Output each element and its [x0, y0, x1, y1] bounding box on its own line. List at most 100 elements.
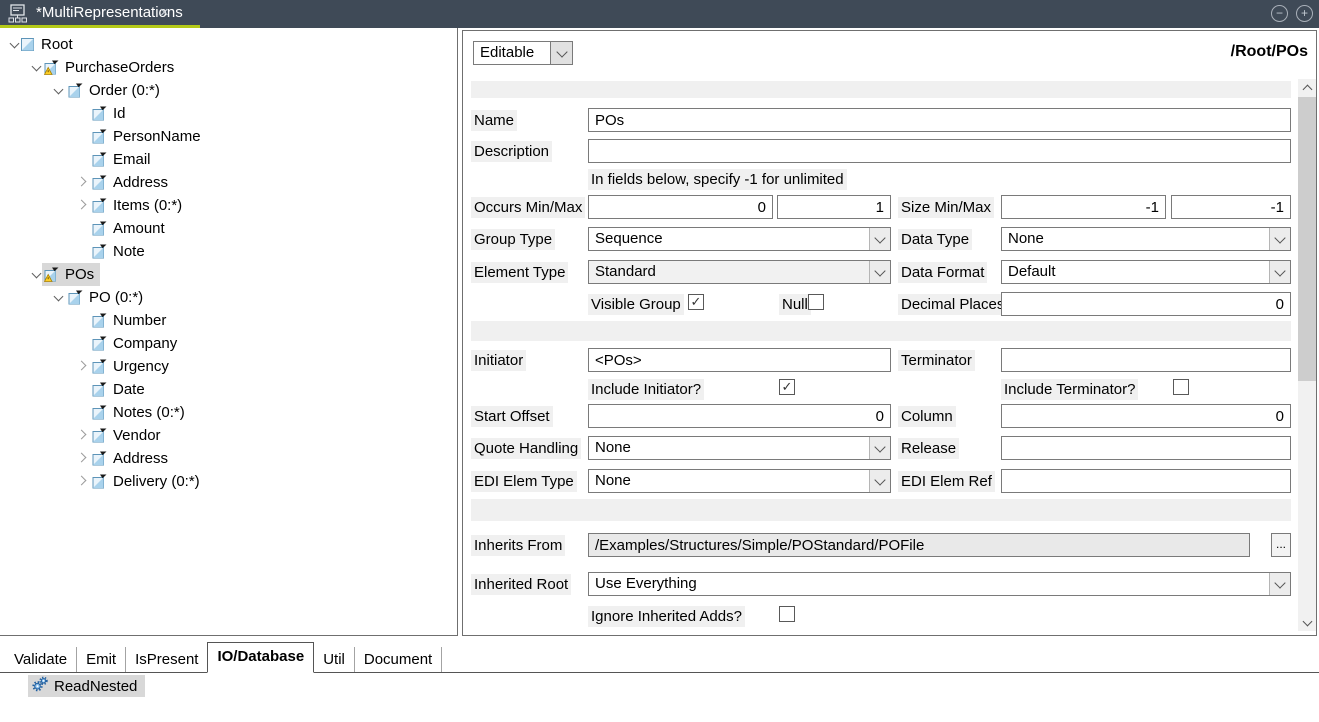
expander-icon[interactable] — [51, 82, 67, 98]
null-checkbox[interactable] — [808, 294, 824, 310]
tree-item-note[interactable]: Note — [0, 240, 456, 263]
tree-item-items-0[interactable]: Items (0:*) — [0, 194, 456, 217]
size-min-input[interactable] — [1001, 195, 1166, 219]
tree-item-body[interactable]: Urgency — [90, 355, 175, 378]
initiator-input[interactable] — [588, 348, 891, 372]
scrollbar-thumb[interactable] — [1298, 97, 1316, 381]
data-format-dropdown[interactable]: Default — [1001, 260, 1291, 284]
column-input[interactable] — [1001, 404, 1291, 428]
start-offset-input[interactable] — [588, 404, 891, 428]
chevron-down-icon[interactable] — [1269, 228, 1290, 250]
tab-emit[interactable]: Emit — [77, 647, 126, 672]
chevron-down-icon[interactable] — [1269, 261, 1290, 283]
tree-item-order-0[interactable]: Order (0:*) — [0, 79, 456, 102]
inherited-root-dropdown[interactable]: Use Everything — [588, 572, 1291, 596]
chevron-down-icon[interactable] — [1269, 573, 1290, 595]
decimal-places-input[interactable] — [1001, 292, 1291, 316]
tree-item-email[interactable]: Email — [0, 148, 456, 171]
tree-item-personname[interactable]: PersonName — [0, 125, 456, 148]
tab-validate[interactable]: Validate — [5, 647, 77, 672]
tree-item-body[interactable]: Email — [90, 148, 157, 171]
tree-item-urgency[interactable]: Urgency — [0, 355, 456, 378]
tree-item-number[interactable]: Number — [0, 309, 456, 332]
tree-item-body[interactable]: PersonName — [90, 125, 207, 148]
tree-item-amount[interactable]: Amount — [0, 217, 456, 240]
tree-item-body[interactable]: PO (0:*) — [66, 286, 149, 309]
ignore-inherited-adds-checkbox[interactable] — [779, 606, 795, 622]
tree-item-body[interactable]: Company — [90, 332, 183, 355]
tree-item-company[interactable]: Company — [0, 332, 456, 355]
expander-icon[interactable] — [73, 450, 89, 466]
browse-button[interactable]: ... — [1271, 533, 1291, 557]
tree-item-date[interactable]: Date — [0, 378, 456, 401]
tree-item-body[interactable]: Amount — [90, 217, 171, 240]
tab-ispresent[interactable]: IsPresent — [126, 647, 208, 672]
inherits-from-input[interactable] — [588, 533, 1250, 557]
tab-document[interactable]: Document — [355, 647, 442, 672]
tree-item-body[interactable]: Address — [90, 447, 174, 470]
release-input[interactable] — [1001, 436, 1291, 460]
tree-item-body[interactable]: Vendor — [90, 424, 167, 447]
chevron-down-icon[interactable] — [869, 470, 890, 492]
scroll-up-icon[interactable] — [1298, 79, 1316, 96]
collapse-circle-button[interactable]: − — [1271, 5, 1288, 22]
expander-icon[interactable] — [73, 174, 89, 190]
edi-elem-ref-input[interactable] — [1001, 469, 1291, 493]
tree-item-body[interactable]: Notes (0:*) — [90, 401, 191, 424]
expander-icon[interactable] — [51, 289, 67, 305]
tree-item-body[interactable]: Number — [90, 309, 172, 332]
tree-item-label: Note — [113, 243, 145, 260]
script-item-readnested[interactable]: ReadNested — [28, 675, 145, 697]
vertical-scrollbar[interactable] — [1298, 79, 1316, 631]
tree-item-pos[interactable]: POs — [0, 263, 456, 286]
tree-item-body[interactable]: Note — [90, 240, 151, 263]
expander-icon[interactable] — [73, 358, 89, 374]
tree-item-body[interactable]: Id — [90, 102, 132, 125]
tree-item-body[interactable]: POs — [42, 263, 100, 286]
chevron-down-icon[interactable] — [869, 261, 890, 283]
tree-item-body[interactable]: Address — [90, 171, 174, 194]
tree-item-body[interactable]: PurchaseOrders — [42, 56, 180, 79]
tab-io-database[interactable]: IO/Database — [207, 642, 314, 673]
data-type-dropdown[interactable]: None — [1001, 227, 1291, 251]
tree-item-notes-0[interactable]: Notes (0:*) — [0, 401, 456, 424]
edi-elem-type-dropdown[interactable]: None — [588, 469, 891, 493]
expand-circle-button[interactable]: + — [1296, 5, 1313, 22]
quote-handling-dropdown[interactable]: None — [588, 436, 891, 460]
tree-item-po-0[interactable]: PO (0:*) — [0, 286, 456, 309]
element-type-dropdown[interactable]: Standard — [588, 260, 891, 284]
tree-item-address[interactable]: Address — [0, 447, 456, 470]
edit-mode-dropdown[interactable]: Editable — [473, 41, 573, 65]
description-input[interactable] — [588, 139, 1291, 163]
tree-item-root[interactable]: Root — [0, 33, 456, 56]
tree-item-body[interactable]: Delivery (0:*) — [90, 470, 206, 493]
tree-item-delivery-0[interactable]: Delivery (0:*) — [0, 470, 456, 493]
chevron-down-icon[interactable] — [869, 228, 890, 250]
chevron-down-icon[interactable] — [869, 437, 890, 459]
group-type-dropdown[interactable]: Sequence — [588, 227, 891, 251]
chevron-down-icon[interactable] — [550, 42, 572, 64]
tree-item-body[interactable]: Date — [90, 378, 151, 401]
occurs-max-input[interactable] — [777, 195, 891, 219]
tree-item-body[interactable]: Items (0:*) — [90, 194, 188, 217]
tree-item-id[interactable]: Id — [0, 102, 456, 125]
include-terminator-checkbox[interactable] — [1173, 379, 1189, 395]
terminator-input[interactable] — [1001, 348, 1291, 372]
include-initiator-checkbox[interactable]: ✓ — [779, 379, 795, 395]
expander-icon[interactable] — [73, 427, 89, 443]
tab-util[interactable]: Util — [314, 647, 355, 672]
tree-item-vendor[interactable]: Vendor — [0, 424, 456, 447]
close-icon[interactable]: × — [160, 0, 169, 25]
tree-item-address[interactable]: Address — [0, 171, 456, 194]
expander-icon[interactable] — [73, 473, 89, 489]
tree-item-purchaseorders[interactable]: PurchaseOrders — [0, 56, 456, 79]
visible-group-checkbox[interactable]: ✓ — [688, 294, 704, 310]
document-tab[interactable]: *MultiRepresentations × — [0, 0, 200, 28]
tree-item-body[interactable]: Root — [18, 33, 79, 56]
scroll-down-icon[interactable] — [1298, 614, 1316, 631]
name-input[interactable] — [588, 108, 1291, 132]
tree-item-body[interactable]: Order (0:*) — [66, 79, 166, 102]
size-max-input[interactable] — [1171, 195, 1291, 219]
occurs-min-input[interactable] — [588, 195, 773, 219]
expander-icon[interactable] — [73, 197, 89, 213]
